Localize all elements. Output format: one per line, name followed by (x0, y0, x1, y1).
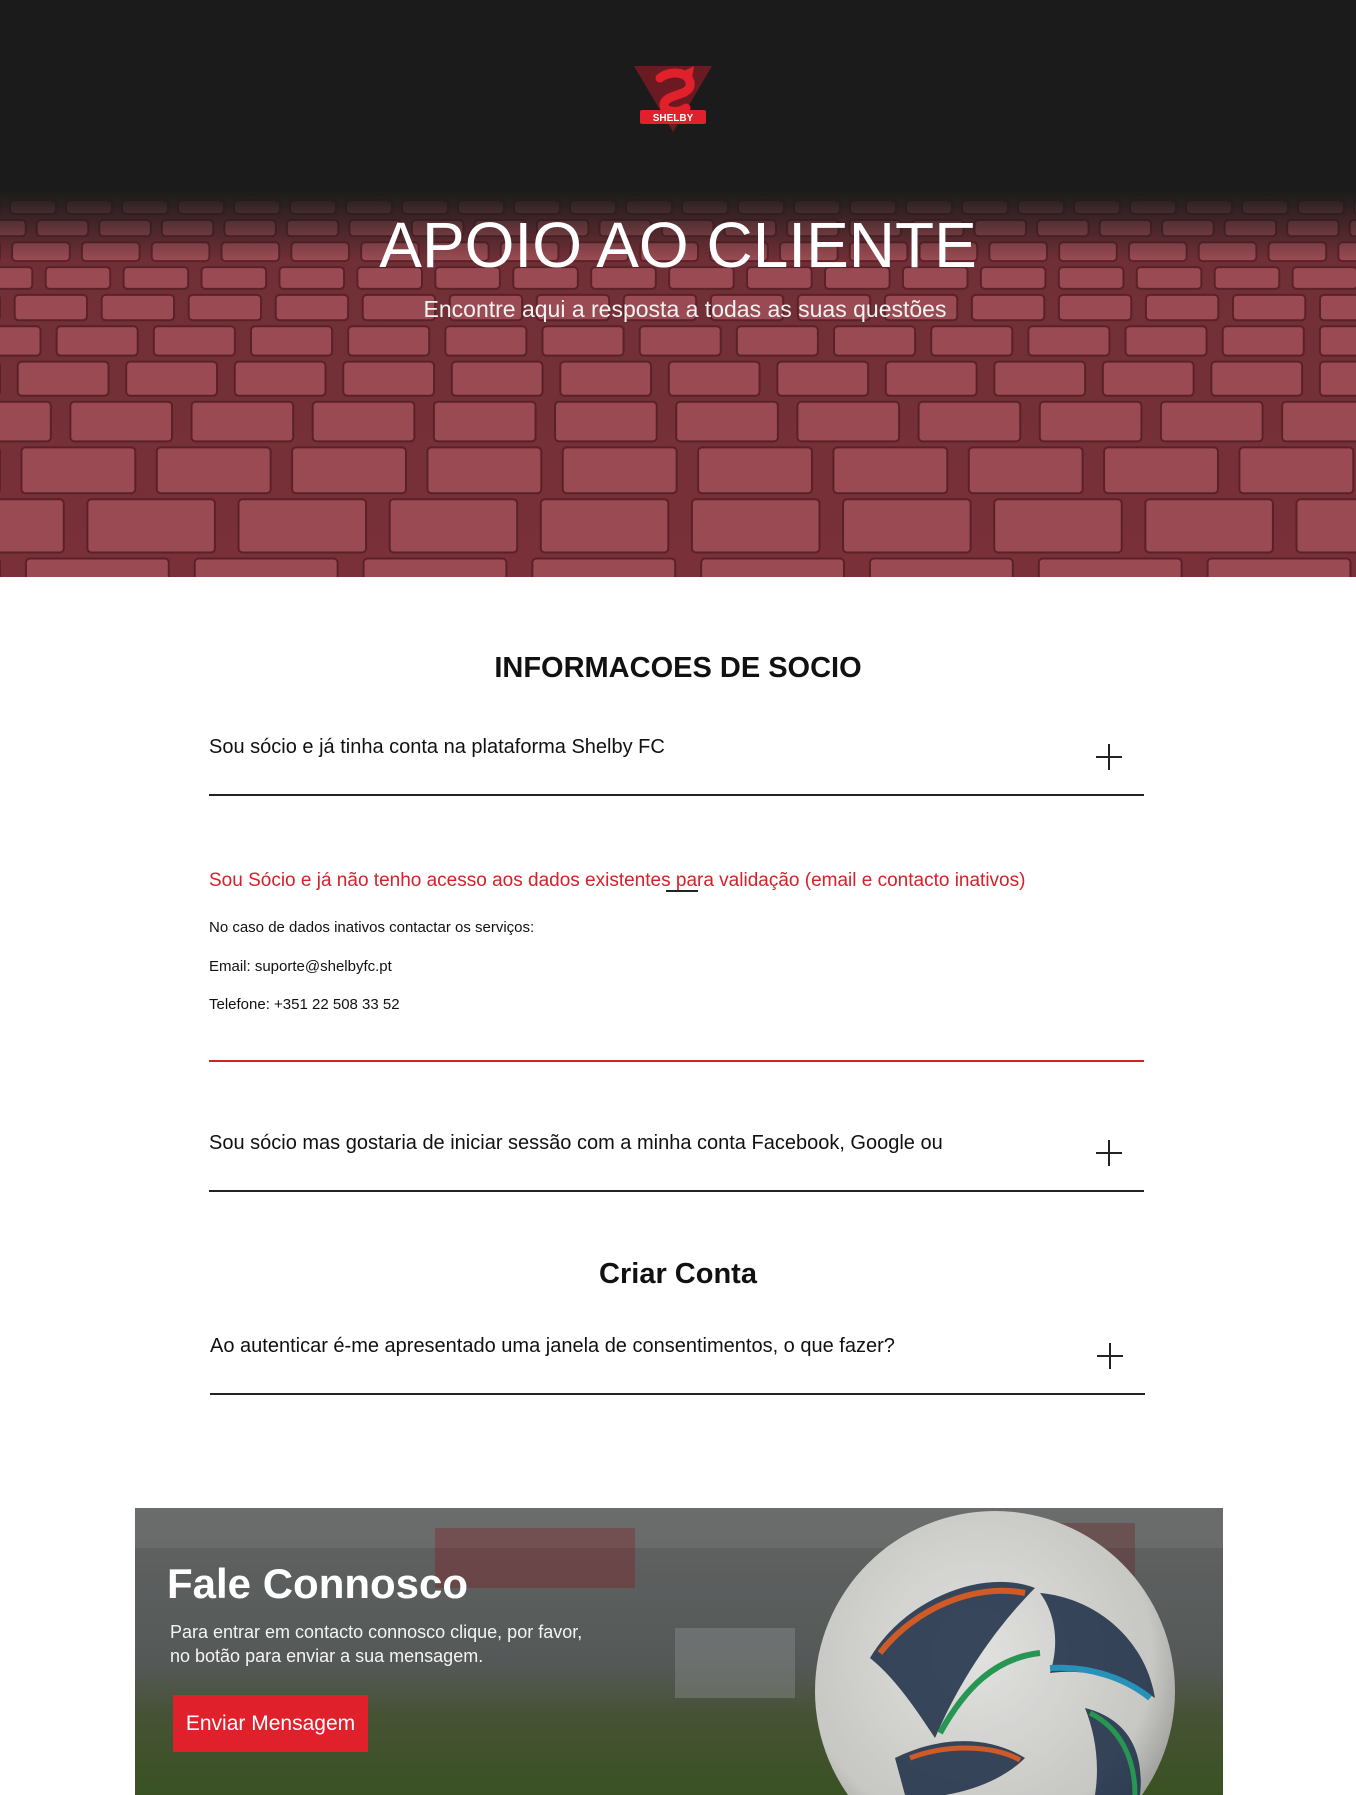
faq-divider-active (209, 1060, 1144, 1062)
faq-item-q1[interactable]: Sou sócio e já tinha conta na plataforma… (209, 736, 1144, 798)
plus-icon[interactable] (1096, 1140, 1122, 1166)
section-title-criar-conta: Criar Conta (599, 1258, 757, 1290)
plus-icon[interactable] (1096, 744, 1122, 770)
faq-item-q4[interactable]: Ao autenticar é-me apresentado uma janel… (210, 1335, 1145, 1397)
faq-answer-phone: Telefone: +351 22 508 33 52 (209, 996, 400, 1013)
faq-answer-email: Email: suporte@shelbyfc.pt (209, 958, 392, 975)
faq-question[interactable]: Sou sócio e já tinha conta na plataforma… (209, 736, 665, 759)
plus-icon[interactable] (1097, 1343, 1123, 1369)
faq-divider (209, 794, 1144, 796)
contact-text-line: Para entrar em contacto connosco clique,… (170, 1622, 583, 1642)
contact-banner: Fale Connosco Para entrar em contacto co… (135, 1508, 1223, 1795)
faq-question[interactable]: Ao autenticar é-me apresentado uma janel… (210, 1335, 895, 1358)
hero-banner: SHELBY APOIO AO CLIENTE Encontre aqui a … (0, 0, 1356, 577)
faq-divider (209, 1190, 1144, 1192)
faq-item-q2-expanded[interactable]: Sou Sócio e já não tenho acesso aos dado… (209, 870, 1144, 1066)
text-cursor-mark (666, 890, 698, 892)
page-title: APOIO AO CLIENTE (379, 209, 977, 281)
faq-divider (210, 1393, 1145, 1395)
contact-description: Para entrar em contacto connosco clique,… (170, 1620, 630, 1668)
logo-text: SHELBY (653, 113, 694, 124)
faq-item-q3[interactable]: Sou sócio mas gostaria de iniciar sessão… (209, 1132, 1144, 1194)
section-title-socio: INFORMACOES DE SOCIO (494, 652, 862, 684)
shelby-logo[interactable]: SHELBY (630, 60, 716, 136)
faq-question[interactable]: Sou sócio mas gostaria de iniciar sessão… (209, 1132, 943, 1155)
contact-text-line: no botão para enviar a sua mensagem. (170, 1646, 484, 1666)
contact-title: Fale Connosco (167, 1560, 469, 1607)
faq-answer-line: No caso de dados inativos contactar os s… (209, 919, 535, 936)
send-message-button[interactable]: Enviar Mensagem (173, 1695, 368, 1752)
page-subtitle: Encontre aqui a resposta a todas as suas… (423, 296, 947, 322)
faq-question[interactable]: Sou Sócio e já não tenho acesso aos dado… (209, 870, 1025, 892)
